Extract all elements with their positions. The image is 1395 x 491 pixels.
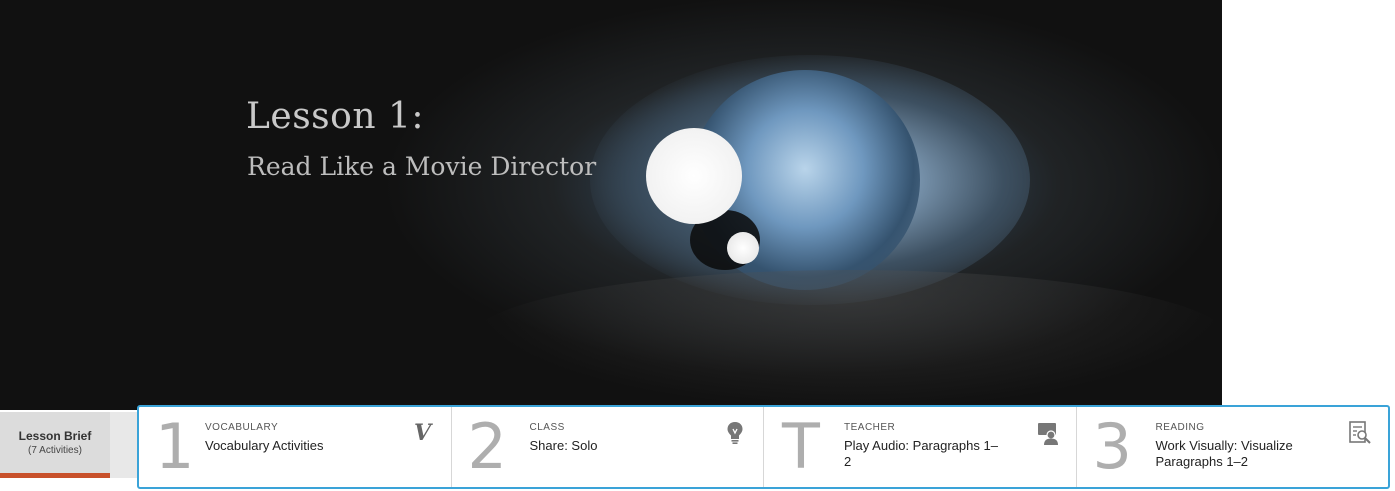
activity-number: 1: [155, 410, 195, 483]
activity-title: Play Audio: Paragraphs 1–2: [844, 438, 998, 469]
activity-title: Vocabulary Activities: [205, 438, 324, 453]
lesson-title: Lesson 1:: [246, 96, 424, 137]
vocabulary-v-icon: V: [413, 420, 432, 446]
activity-category: TEACHER: [844, 422, 896, 433]
teacher-presenter-icon: [1036, 421, 1060, 445]
activity-category: CLASS: [529, 422, 565, 433]
eye-glint: [646, 128, 742, 224]
activity-number: 2: [467, 410, 507, 483]
lesson-subtitle: Read Like a Movie Director: [247, 152, 597, 181]
activity-title: Work Visually: Visualize Paragraphs 1–2: [1155, 438, 1293, 469]
activity-bar: 1 VOCABULARY Vocabulary Activities V 2 C…: [137, 405, 1390, 489]
eye-lid-shadow: [470, 270, 1222, 410]
activity-category: VOCABULARY: [205, 422, 279, 433]
activity-card-reading[interactable]: 3 READING Work Visually: Visualize Parag…: [1077, 407, 1389, 487]
eye-glint-small: [727, 232, 759, 264]
lesson-brief-label: Lesson Brief: [18, 429, 92, 443]
activity-card-teacher[interactable]: T TEACHER Play Audio: Paragraphs 1–2: [764, 407, 1077, 487]
activity-number: 3: [1092, 410, 1132, 483]
activity-card-vocabulary[interactable]: 1 VOCABULARY Vocabulary Activities V: [139, 407, 452, 487]
lesson-hero-banner: Lesson 1: Read Like a Movie Director: [0, 0, 1222, 410]
lightbulb-icon: [723, 421, 747, 445]
activity-bar-spacer: [110, 412, 138, 478]
activity-category: READING: [1155, 422, 1205, 433]
lesson-brief-tab[interactable]: Lesson Brief (7 Activities): [0, 412, 110, 478]
activity-title: Share: Solo: [529, 438, 598, 453]
lesson-brief-count: (7 Activities): [28, 445, 82, 456]
activity-number: T: [782, 410, 820, 483]
document-search-icon: [1348, 421, 1372, 445]
activity-card-class[interactable]: 2 CLASS Share: Solo: [452, 407, 764, 487]
